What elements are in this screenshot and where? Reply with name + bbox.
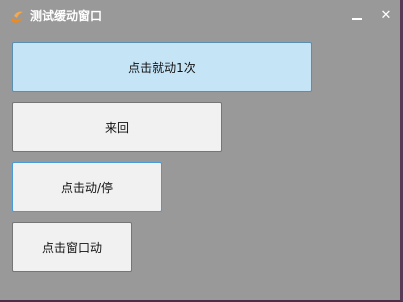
move-stop-label: 点击动/停 [60,180,114,195]
move-once-label: 点击就动1次 [128,60,196,75]
minimize-button[interactable] [347,6,367,26]
window-title: 测试缓动窗口 [30,9,103,23]
close-button[interactable]: ✕ [376,6,396,26]
app-window: 测试缓动窗口 ✕ 点击就动1次 来回 点击动/停 点击窗口动 [0,0,403,302]
back-and-forth-label: 来回 [104,120,129,135]
move-window-button[interactable]: 点击窗口动 [12,222,132,272]
minimize-icon [352,18,362,20]
close-icon: ✕ [380,8,392,23]
back-and-forth-button[interactable]: 来回 [12,102,222,152]
title-bar[interactable]: 测试缓动窗口 ✕ [0,0,400,32]
move-window-label: 点击窗口动 [41,240,102,255]
move-stop-button[interactable]: 点击动/停 [12,162,162,212]
app-logo-icon [9,9,25,25]
move-once-button[interactable]: 点击就动1次 [12,42,312,92]
